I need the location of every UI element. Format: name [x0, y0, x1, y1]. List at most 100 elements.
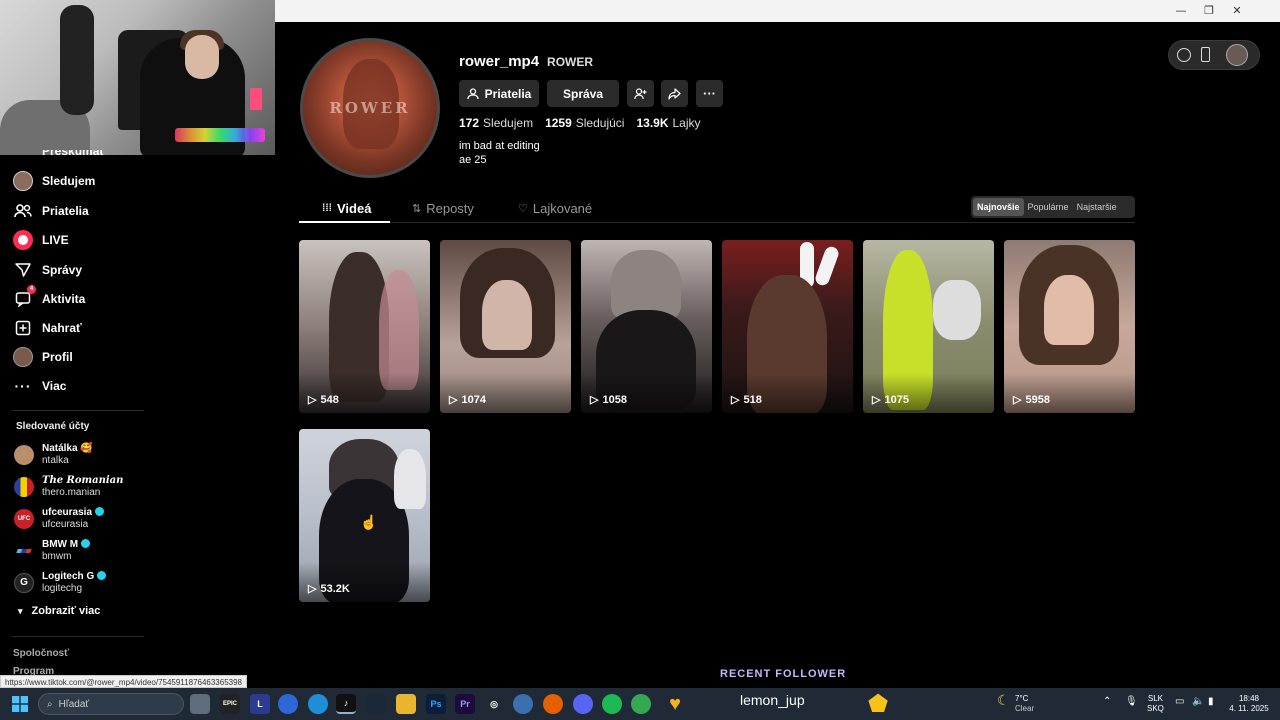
premiere-icon[interactable]: Pr	[455, 694, 475, 714]
profile-bio: im bad at editing ae 25	[459, 140, 540, 166]
steam-icon[interactable]	[366, 694, 386, 714]
epic-games-icon[interactable]: EPIC	[220, 694, 240, 714]
spotify-icon[interactable]	[602, 694, 622, 714]
more-options-button[interactable]: ···	[696, 80, 723, 107]
top-right-controls	[1168, 40, 1260, 70]
link-status-url: https://www.tiktok.com/@rower_mp4/video/…	[0, 675, 248, 688]
tab-liked[interactable]: ♡ Lajkované	[518, 201, 592, 216]
recent-follower-label: RECENT FOLLOWER	[720, 668, 847, 680]
followed-account[interactable]: G Logitech Glogitechg	[14, 571, 107, 595]
activity-badge: 4	[27, 285, 36, 294]
sidebar-item-friends[interactable]: Priatelia	[13, 201, 89, 221]
video-thumbnail[interactable]: ▷ 1058	[581, 240, 712, 413]
launcher-icon[interactable]: L	[250, 694, 270, 714]
message-button[interactable]: Správa	[547, 80, 619, 107]
heart-icon: ♥	[669, 692, 681, 715]
webcam-overlay	[0, 0, 275, 155]
pentagon-icon: ⬟	[868, 691, 888, 716]
verified-icon	[97, 571, 107, 580]
coin-icon[interactable]	[1177, 48, 1191, 62]
sidebar-item-more[interactable]: ··· Viac	[13, 376, 67, 396]
chevron-up-icon[interactable]: ⌃	[1103, 697, 1111, 707]
close-button[interactable]: ✕	[1227, 3, 1247, 19]
sidebar-item-live[interactable]: LIVE	[13, 230, 69, 250]
language-indicator[interactable]: SLK SKQ	[1147, 694, 1164, 714]
taskbar-search-input[interactable]: ⌕ Hľadať	[38, 693, 184, 715]
play-icon: ▷	[872, 394, 881, 406]
more-icon: ···	[14, 378, 32, 394]
activity-icon: 4	[13, 285, 36, 309]
file-explorer-icon[interactable]	[396, 694, 416, 714]
more-icon: ···	[703, 85, 716, 101]
avatar	[14, 477, 34, 497]
tiktok-icon[interactable]: ♪	[336, 694, 356, 714]
tabs-divider	[299, 222, 1135, 223]
edge-icon[interactable]	[308, 694, 328, 714]
active-tab-indicator	[299, 221, 390, 223]
clock[interactable]: 18:48 4. 11. 2025	[1228, 694, 1270, 714]
footer-company-link[interactable]: Spoločnosť	[13, 648, 69, 659]
battery-icon[interactable]: ▮	[1208, 697, 1214, 707]
discord-icon[interactable]	[573, 694, 593, 714]
sort-newest[interactable]: Najnovšie	[973, 198, 1024, 216]
likes-count: 13.9K Lajky	[636, 116, 701, 130]
grid-icon: ⁞⁞⁞	[322, 203, 332, 214]
followed-account[interactable]: 𝑻𝒉𝒆 𝑹𝒐𝒎𝒂𝒏𝒊𝒂𝒏 thero.manian	[14, 475, 123, 499]
friends-icon	[13, 201, 33, 221]
play-icon: ▷	[308, 394, 317, 406]
share-button[interactable]	[661, 80, 688, 107]
add-friend-button[interactable]	[627, 80, 654, 107]
user-avatar[interactable]	[1226, 44, 1248, 66]
sort-oldest[interactable]: Najstaršie	[1073, 198, 1121, 216]
network-icon[interactable]: ▭	[1175, 697, 1184, 707]
followed-account[interactable]: UFC ufceurasia ufceurasia	[14, 507, 105, 531]
following-count[interactable]: 172 Sledujem	[459, 116, 533, 130]
heart-icon: ♡	[518, 203, 528, 215]
sort-popular[interactable]: Populárne	[1024, 198, 1073, 216]
app-icon[interactable]	[513, 694, 533, 714]
photoshop-icon[interactable]: Ps	[426, 694, 446, 714]
video-thumbnail[interactable]: ▷ 548	[299, 240, 430, 413]
following-accounts-title: Sledované účty	[16, 421, 90, 432]
video-thumbnail[interactable]: ▷ 518	[722, 240, 853, 413]
firefox-icon[interactable]	[543, 694, 563, 714]
sidebar-item-messages[interactable]: Správy	[13, 260, 82, 280]
sidebar-item-explore[interactable]: Preskúmať	[13, 150, 105, 158]
video-thumbnail[interactable]: ▷ 1074	[440, 240, 571, 413]
task-view-icon[interactable]	[190, 694, 210, 714]
play-icon: ▷	[308, 583, 317, 595]
obs-icon[interactable]: ◎	[484, 694, 504, 714]
friends-button[interactable]: Priatelia	[459, 80, 539, 107]
sidebar-item-activity[interactable]: 4 Aktivita	[13, 285, 85, 309]
profile-stats: 172 Sledujem 1259 Sledujúci 13.9K Lajky	[459, 116, 701, 130]
restore-button[interactable]: ❐	[1199, 3, 1219, 19]
play-icon: ▷	[731, 394, 740, 406]
show-more-button[interactable]: ▾ Zobraziť viac	[18, 605, 100, 617]
windows-start-icon[interactable]	[10, 694, 30, 714]
chevron-down-icon: ▾	[18, 605, 23, 616]
volume-icon[interactable]: 🔈	[1192, 697, 1204, 707]
sidebar-item-following[interactable]: Sledujem	[13, 171, 95, 191]
messenger-icon[interactable]	[278, 694, 298, 714]
followed-account[interactable]: Natálka 🥰 ntalka	[14, 443, 93, 467]
sidebar-item-upload[interactable]: Nahrať	[13, 318, 82, 338]
minimize-button[interactable]: —	[1171, 3, 1191, 19]
sidebar-item-profile[interactable]: Profil	[13, 347, 73, 367]
play-icon: ▷	[1013, 394, 1022, 406]
tab-reposts[interactable]: ⇅ Reposty	[412, 201, 474, 216]
weather-widget[interactable]: 7°C Clear	[1015, 694, 1034, 714]
sidebar-divider	[12, 410, 144, 411]
followed-account[interactable]: BMW Mbmwm	[14, 539, 91, 563]
microphone-icon[interactable]: 🎙	[1125, 697, 1138, 707]
followers-count[interactable]: 1259 Sledujúci	[545, 116, 624, 130]
sort-toggle: Najnovšie Populárne Najstaršie	[971, 196, 1135, 218]
device-icon[interactable]	[1201, 47, 1210, 62]
chrome-icon[interactable]	[631, 694, 651, 714]
video-thumbnail[interactable]: ▷ 5958	[1004, 240, 1135, 413]
sidebar-divider	[12, 636, 144, 637]
video-thumbnail[interactable]: ▷ 1075	[863, 240, 994, 413]
tab-videos[interactable]: ⁞⁞⁞ Videá	[322, 201, 371, 216]
play-icon: ▷	[590, 394, 599, 406]
window-titlebar: — ❐ ✕	[275, 0, 1280, 22]
profile-nickname: ROWER	[547, 55, 594, 69]
